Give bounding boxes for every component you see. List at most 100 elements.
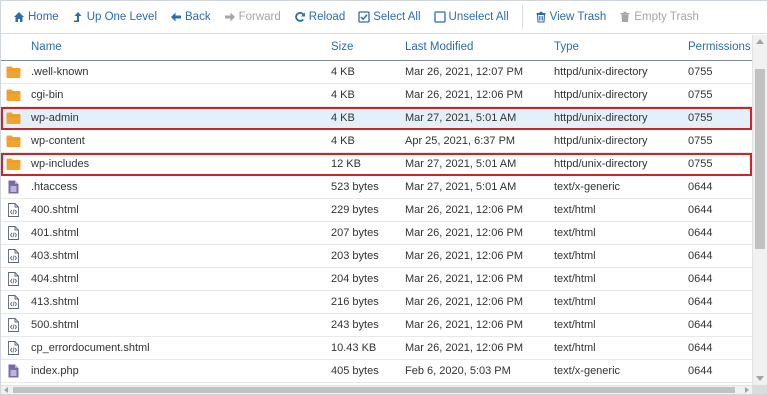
text-file-icon bbox=[6, 364, 21, 378]
up-one-level-label: Up One Level bbox=[86, 11, 158, 23]
file-type: httpd/unix-directory bbox=[554, 66, 648, 78]
table-row[interactable]: .htaccess 523 bytes Mar 27, 2021, 5:01 AM t… bbox=[1, 176, 752, 199]
file-size: 10.43 KB bbox=[331, 342, 377, 354]
table-row[interactable]: index.php 405 bytes Feb 6, 2020, 5:03 PM te… bbox=[1, 360, 752, 383]
file-permissions: 0755 bbox=[688, 158, 713, 170]
file-name[interactable]: 403.shtml bbox=[31, 250, 79, 262]
table-row[interactable]: 403.shtml 203 bytes Mar 26, 2021, 12:06 PM… bbox=[1, 245, 752, 268]
scroll-right-arrow-icon[interactable] bbox=[745, 387, 749, 393]
file-name[interactable]: wp-includes bbox=[31, 158, 89, 170]
view-trash-button[interactable]: View Trash bbox=[531, 6, 611, 28]
home-button[interactable]: Home bbox=[9, 6, 63, 28]
column-header-name[interactable]: Name bbox=[31, 41, 62, 53]
table-row[interactable]: 413.shtml 216 bytes Mar 26, 2021, 12:06 PM… bbox=[1, 291, 752, 314]
vertical-scrollbar[interactable] bbox=[752, 35, 767, 385]
file-size: 405 bytes bbox=[331, 365, 379, 377]
table-row[interactable]: .well-known 4 KB Mar 26, 2021, 12:07 PM htt… bbox=[1, 61, 752, 84]
folder-icon bbox=[6, 157, 21, 171]
file-last-modified: Mar 27, 2021, 5:01 AM bbox=[405, 112, 517, 124]
back-button[interactable]: Back bbox=[166, 6, 215, 28]
file-type: text/x-generic bbox=[554, 181, 621, 193]
table-row[interactable]: wp-includes 12 KB Mar 27, 2021, 5:01 AM htt… bbox=[1, 153, 752, 176]
file-permissions: 0644 bbox=[688, 181, 713, 193]
file-last-modified: Apr 25, 2021, 6:37 PM bbox=[405, 135, 516, 147]
table-row[interactable]: cp_errordocument.shtml 10.43 KB Mar 26, 20… bbox=[1, 337, 752, 360]
home-icon bbox=[14, 12, 24, 22]
reload-icon bbox=[294, 12, 305, 22]
select-all-button[interactable]: Select All bbox=[354, 6, 424, 28]
file-type: text/x-generic bbox=[554, 365, 621, 377]
file-permissions: 0644 bbox=[688, 273, 713, 285]
file-permissions: 0644 bbox=[688, 227, 713, 239]
file-size: 4 KB bbox=[331, 89, 355, 101]
column-header-last-modified[interactable]: Last Modified bbox=[405, 41, 473, 53]
file-type: httpd/unix-directory bbox=[554, 112, 648, 124]
file-name[interactable]: wp-content bbox=[31, 135, 85, 147]
trash-icon bbox=[620, 11, 630, 22]
file-table: Name Size Last Modified Type Permissions… bbox=[1, 35, 752, 385]
table-row[interactable]: 400.shtml 229 bytes Mar 26, 2021, 12:06 PM… bbox=[1, 199, 752, 222]
file-size: 204 bytes bbox=[331, 273, 379, 285]
toolbar-divider bbox=[521, 5, 523, 29]
file-name[interactable]: cp_errordocument.shtml bbox=[31, 342, 150, 354]
folder-icon bbox=[6, 134, 21, 148]
table-row[interactable]: 404.shtml 204 bytes Mar 26, 2021, 12:06 PM… bbox=[1, 268, 752, 291]
horizontal-scroll-thumb[interactable] bbox=[13, 387, 735, 393]
file-size: 229 bytes bbox=[331, 204, 379, 216]
file-last-modified: Mar 27, 2021, 5:01 AM bbox=[405, 181, 517, 193]
scroll-up-arrow-icon[interactable] bbox=[756, 39, 764, 44]
table-row[interactable]: wp-content 4 KB Apr 25, 2021, 6:37 PM httpd… bbox=[1, 130, 752, 153]
file-type: text/html bbox=[554, 273, 596, 285]
view-trash-label: View Trash bbox=[549, 11, 607, 23]
up-one-level-button[interactable]: Up One Level bbox=[68, 6, 161, 28]
folder-icon bbox=[6, 111, 21, 125]
file-last-modified: Mar 26, 2021, 12:06 PM bbox=[405, 273, 524, 285]
file-last-modified: Mar 27, 2021, 5:01 AM bbox=[405, 158, 517, 170]
column-header-size[interactable]: Size bbox=[331, 41, 353, 53]
file-size: 4 KB bbox=[331, 135, 355, 147]
scrollbar-corner bbox=[752, 385, 767, 394]
file-name[interactable]: wp-admin bbox=[31, 112, 79, 124]
file-name[interactable]: .well-known bbox=[31, 66, 88, 78]
file-name[interactable]: 413.shtml bbox=[31, 296, 79, 308]
code-file-icon bbox=[6, 318, 21, 332]
arrow-left-icon bbox=[171, 12, 182, 22]
file-permissions: 0755 bbox=[688, 112, 713, 124]
table-row[interactable]: cgi-bin 4 KB Mar 26, 2021, 12:06 PM httpd/u… bbox=[1, 84, 752, 107]
unselect-all-button[interactable]: Unselect All bbox=[430, 6, 513, 28]
file-name[interactable]: cgi-bin bbox=[31, 89, 63, 101]
file-last-modified: Mar 26, 2021, 12:06 PM bbox=[405, 227, 524, 239]
column-header-type[interactable]: Type bbox=[554, 41, 579, 53]
table-row[interactable]: 500.shtml 243 bytes Mar 26, 2021, 12:06 PM… bbox=[1, 314, 752, 337]
file-name[interactable]: index.php bbox=[31, 365, 79, 377]
checkbox-checked-icon bbox=[358, 11, 370, 23]
file-type: text/html bbox=[554, 296, 596, 308]
file-last-modified: Feb 6, 2020, 5:03 PM bbox=[405, 365, 511, 377]
file-name[interactable]: 401.shtml bbox=[31, 227, 79, 239]
file-name[interactable]: 400.shtml bbox=[31, 204, 79, 216]
table-header: Name Size Last Modified Type Permissions bbox=[1, 35, 752, 61]
horizontal-scrollbar[interactable] bbox=[1, 385, 752, 394]
back-label: Back bbox=[185, 11, 211, 23]
scroll-left-arrow-icon[interactable] bbox=[4, 387, 8, 393]
table-row[interactable]: wp-admin 4 KB Mar 27, 2021, 5:01 AM httpd/u… bbox=[1, 107, 752, 130]
empty-trash-button[interactable]: Empty Trash bbox=[615, 6, 703, 28]
folder-icon bbox=[6, 88, 21, 102]
table-row[interactable]: 401.shtml 207 bytes Mar 26, 2021, 12:06 PM… bbox=[1, 222, 752, 245]
forward-button[interactable]: Forward bbox=[220, 6, 285, 28]
level-up-icon bbox=[73, 12, 82, 22]
file-name[interactable]: .htaccess bbox=[31, 181, 77, 193]
scroll-down-arrow-icon[interactable] bbox=[756, 376, 764, 381]
column-header-permissions[interactable]: Permissions bbox=[688, 41, 751, 53]
vertical-scroll-thumb[interactable] bbox=[755, 69, 765, 249]
unselect-all-label: Unselect All bbox=[448, 11, 509, 23]
file-type: httpd/unix-directory bbox=[554, 135, 648, 147]
file-name[interactable]: 404.shtml bbox=[31, 273, 79, 285]
reload-button[interactable]: Reload bbox=[290, 6, 349, 28]
file-name[interactable]: 500.shtml bbox=[31, 319, 79, 331]
file-size: 4 KB bbox=[331, 66, 355, 78]
file-type: text/html bbox=[554, 250, 596, 262]
file-size: 243 bytes bbox=[331, 319, 379, 331]
file-permissions: 0644 bbox=[688, 342, 713, 354]
empty-trash-label: Empty Trash bbox=[634, 11, 699, 23]
